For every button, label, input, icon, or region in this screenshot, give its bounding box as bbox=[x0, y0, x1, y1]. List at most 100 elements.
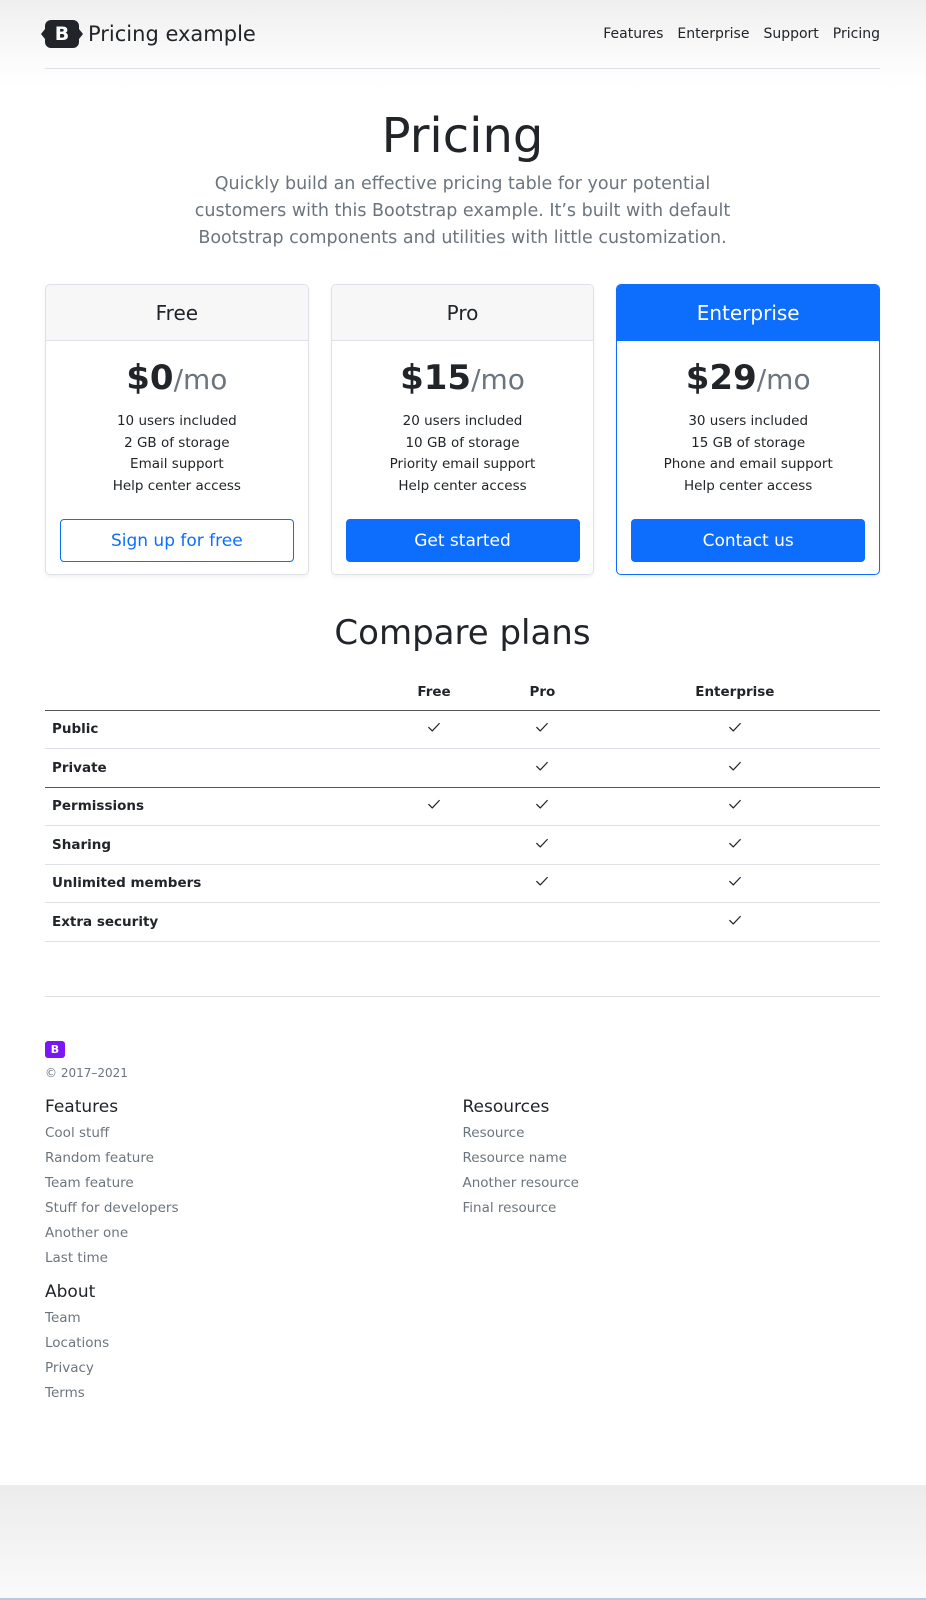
check-icon bbox=[536, 723, 549, 732]
copyright: © 2017–2021 bbox=[45, 1066, 128, 1080]
footer-bootstrap-logo-icon: B bbox=[45, 1041, 65, 1058]
feature-label: Extra security bbox=[45, 902, 373, 942]
sign-up-free-button[interactable]: Sign up for free bbox=[59, 519, 294, 562]
plan-features: 10 users included 2 GB of storage Email … bbox=[46, 411, 308, 497]
footer-features-heading: Features bbox=[45, 1097, 119, 1117]
check-cell bbox=[495, 902, 590, 942]
brand-link[interactable]: B Pricing example bbox=[41, 20, 256, 48]
footer-link[interactable]: Terms bbox=[45, 1381, 463, 1406]
check-icon bbox=[428, 800, 440, 809]
check-cell bbox=[373, 710, 496, 749]
check-cell bbox=[495, 825, 590, 865]
check-cell bbox=[495, 748, 590, 788]
brand-text: Pricing example bbox=[88, 22, 256, 46]
footer-link[interactable]: Resource name bbox=[463, 1146, 881, 1171]
check-cell bbox=[589, 710, 880, 749]
hero-lead: Quickly build an effective pricing table… bbox=[194, 174, 731, 248]
check-icon bbox=[728, 877, 741, 886]
plan-price: $15/mo bbox=[332, 357, 594, 401]
footer-resources-heading: Resources bbox=[462, 1097, 550, 1117]
plan-features: 30 users included 15 GB of storage Phone… bbox=[617, 411, 879, 497]
price-amount: $29 bbox=[685, 358, 757, 398]
plan-price: $0/mo bbox=[46, 357, 308, 401]
footer-link[interactable]: Resource bbox=[463, 1121, 881, 1146]
table-row: Extra security bbox=[45, 902, 880, 942]
pricing-cards: Free $0/mo 10 users included 2 GB of sto… bbox=[45, 284, 881, 575]
plan-feature: 10 GB of storage bbox=[405, 434, 520, 451]
price-period: /mo bbox=[173, 363, 228, 396]
table-header-row: Free Pro Enterprise bbox=[45, 674, 880, 711]
column-header-pro: Pro bbox=[495, 674, 590, 711]
table-row: Unlimited members bbox=[45, 864, 880, 903]
nav-link-support[interactable]: Support bbox=[763, 26, 818, 42]
plan-feature: 30 users included bbox=[688, 413, 809, 429]
footer-link[interactable]: Locations bbox=[45, 1331, 463, 1356]
pricing-hero: Pricing Quickly build an effective prici… bbox=[45, 105, 880, 252]
footer-features-list: Cool stuff Random feature Team feature S… bbox=[45, 1121, 463, 1271]
main-nav: Features Enterprise Support Pricing bbox=[603, 26, 880, 42]
plan-feature: Priority email support bbox=[389, 456, 536, 472]
check-cell bbox=[373, 748, 496, 788]
check-icon bbox=[728, 761, 741, 771]
plan-name: Enterprise bbox=[617, 285, 880, 341]
table-row: Public bbox=[45, 710, 880, 749]
get-started-button[interactable]: Get started bbox=[345, 519, 580, 562]
plan-card-enterprise: Enterprise $29/mo 30 users included 15 G… bbox=[616, 284, 881, 575]
footer-about-heading: About bbox=[45, 1282, 96, 1302]
plan-price: $29/mo bbox=[617, 357, 879, 401]
check-icon bbox=[728, 838, 741, 848]
check-cell bbox=[495, 864, 590, 903]
feature-label: Public bbox=[45, 710, 373, 749]
check-icon bbox=[536, 761, 549, 771]
nav-link-enterprise[interactable]: Enterprise bbox=[677, 26, 749, 42]
nav-link-pricing[interactable]: Pricing bbox=[833, 26, 880, 42]
plan-feature: Phone and email support bbox=[663, 456, 833, 472]
plan-feature: 20 users included bbox=[402, 413, 523, 429]
nav-link-features[interactable]: Features bbox=[603, 26, 663, 42]
footer-link[interactable]: Stuff for developers bbox=[45, 1196, 463, 1221]
price-period: /mo bbox=[756, 363, 811, 396]
footer-link[interactable]: Random feature bbox=[45, 1146, 463, 1171]
check-icon bbox=[728, 915, 741, 925]
check-cell bbox=[589, 748, 880, 788]
table-row: Sharing bbox=[45, 825, 880, 865]
plan-feature: 2 GB of storage bbox=[124, 434, 230, 451]
feature-label: Permissions bbox=[45, 787, 373, 826]
footer-link[interactable]: Last time bbox=[45, 1246, 463, 1271]
footer-resources-list: Resource Resource name Another resource … bbox=[463, 1121, 881, 1221]
footer-link[interactable]: Final resource bbox=[463, 1196, 881, 1221]
page-title: Pricing bbox=[381, 108, 544, 164]
plan-feature: Help center access bbox=[398, 477, 527, 494]
price-amount: $15 bbox=[400, 358, 472, 398]
check-cell bbox=[373, 864, 496, 903]
price-period: /mo bbox=[471, 363, 525, 396]
check-cell bbox=[373, 787, 496, 826]
check-icon bbox=[536, 800, 549, 809]
check-icon bbox=[428, 723, 440, 732]
bottom-background bbox=[0, 1485, 926, 1600]
footer-link[interactable]: Privacy bbox=[45, 1356, 463, 1381]
plan-feature: Help center access bbox=[684, 477, 813, 494]
check-cell bbox=[589, 825, 880, 865]
contact-us-button[interactable]: Contact us bbox=[631, 519, 866, 562]
footer-link[interactable]: Another resource bbox=[463, 1171, 881, 1196]
table-row: Permissions bbox=[45, 787, 880, 826]
check-cell bbox=[495, 787, 590, 826]
check-cell bbox=[589, 864, 880, 903]
check-cell bbox=[589, 902, 880, 942]
footer-link[interactable]: Another one bbox=[45, 1221, 463, 1246]
footer-link[interactable]: Team bbox=[45, 1306, 463, 1331]
check-icon bbox=[728, 723, 741, 732]
plan-features: 20 users included 10 GB of storage Prior… bbox=[332, 411, 594, 497]
check-cell bbox=[373, 902, 496, 942]
table-header-empty bbox=[45, 674, 373, 711]
check-cell bbox=[495, 710, 590, 749]
plan-feature: Email support bbox=[130, 456, 224, 472]
table-row: Private bbox=[45, 748, 880, 788]
feature-label: Sharing bbox=[45, 825, 373, 865]
footer-link[interactable]: Team feature bbox=[45, 1171, 463, 1196]
plan-feature: 10 users included bbox=[116, 413, 237, 429]
check-icon bbox=[536, 838, 549, 848]
site-header: B Pricing example Features Enterprise Su… bbox=[41, 0, 880, 69]
footer-link[interactable]: Cool stuff bbox=[45, 1121, 463, 1146]
